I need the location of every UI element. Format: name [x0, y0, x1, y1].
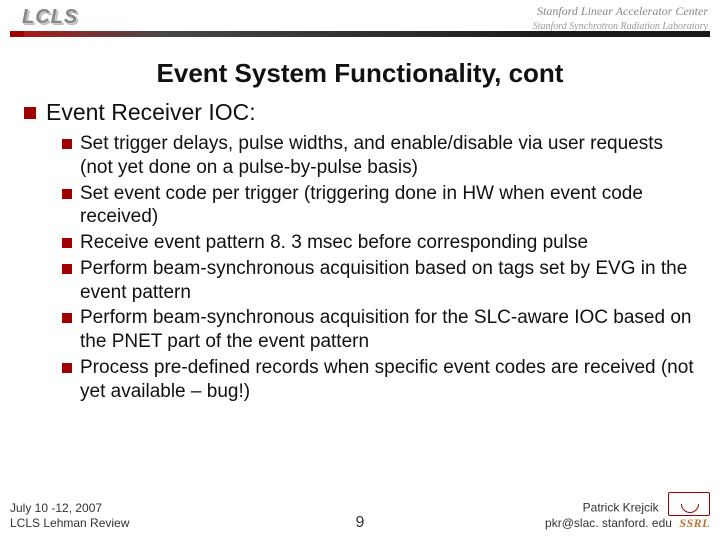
- slide-footer: July 10 -12, 2007 LCLS Lehman Review 9 P…: [0, 492, 720, 532]
- slac-logo-icon: [668, 492, 710, 516]
- footer-page-number: 9: [330, 514, 390, 532]
- list-item: Process pre-defined records when specifi…: [62, 356, 696, 404]
- footer-date: July 10 -12, 2007: [10, 501, 330, 517]
- list-item: Receive event pattern 8. 3 msec before c…: [62, 231, 696, 255]
- level1-text: Event Receiver IOC:: [46, 99, 256, 126]
- square-bullet-icon: [62, 139, 72, 149]
- header-affiliation: Stanford Linear Accelerator Center Stanf…: [533, 4, 708, 33]
- footer-right: Patrick Krejcik pkr@slac. stanford. edu …: [390, 492, 710, 532]
- square-bullet-icon: [62, 264, 72, 274]
- list-item-text: Receive event pattern 8. 3 msec before c…: [80, 231, 588, 255]
- square-bullet-icon: [62, 189, 72, 199]
- list-item: Perform beam-synchronous acquisition bas…: [62, 257, 696, 305]
- affiliation-line1: Stanford Linear Accelerator Center: [533, 4, 708, 20]
- level2-list: Set trigger delays, pulse widths, and en…: [62, 132, 696, 403]
- list-item: Set trigger delays, pulse widths, and en…: [62, 132, 696, 180]
- square-bullet-icon: [62, 238, 72, 248]
- header-rule: [10, 31, 710, 37]
- square-bullet-icon: [24, 107, 36, 119]
- footer-email: pkr@slac. stanford. edu: [545, 516, 672, 530]
- slide-title: Event System Functionality, cont: [0, 58, 720, 89]
- lcls-logo: LCLS: [10, 6, 78, 29]
- list-item-text: Process pre-defined records when specifi…: [80, 356, 696, 404]
- list-item: Set event code per trigger (triggering d…: [62, 182, 696, 230]
- list-item-text: Perform beam-synchronous acquisition bas…: [80, 257, 696, 305]
- list-item: Perform beam-synchronous acquisition for…: [62, 306, 696, 354]
- level1-item: Event Receiver IOC:: [24, 99, 696, 126]
- footer-author: Patrick Krejcik: [583, 501, 659, 515]
- rule-accent: [10, 31, 24, 37]
- list-item-text: Set event code per trigger (triggering d…: [80, 182, 696, 230]
- list-item-text: Set trigger delays, pulse widths, and en…: [80, 132, 696, 180]
- footer-left: July 10 -12, 2007 LCLS Lehman Review: [10, 501, 330, 532]
- square-bullet-icon: [62, 363, 72, 373]
- square-bullet-icon: [62, 313, 72, 323]
- list-item-text: Perform beam-synchronous acquisition for…: [80, 306, 696, 354]
- slide-content: Event Receiver IOC: Set trigger delays, …: [0, 89, 720, 403]
- slide-header: LCLS Stanford Linear Accelerator Center …: [0, 0, 720, 50]
- footer-review: LCLS Lehman Review: [10, 516, 330, 532]
- ssrl-logo: SSRL: [679, 516, 710, 532]
- rule-bar: [24, 31, 710, 37]
